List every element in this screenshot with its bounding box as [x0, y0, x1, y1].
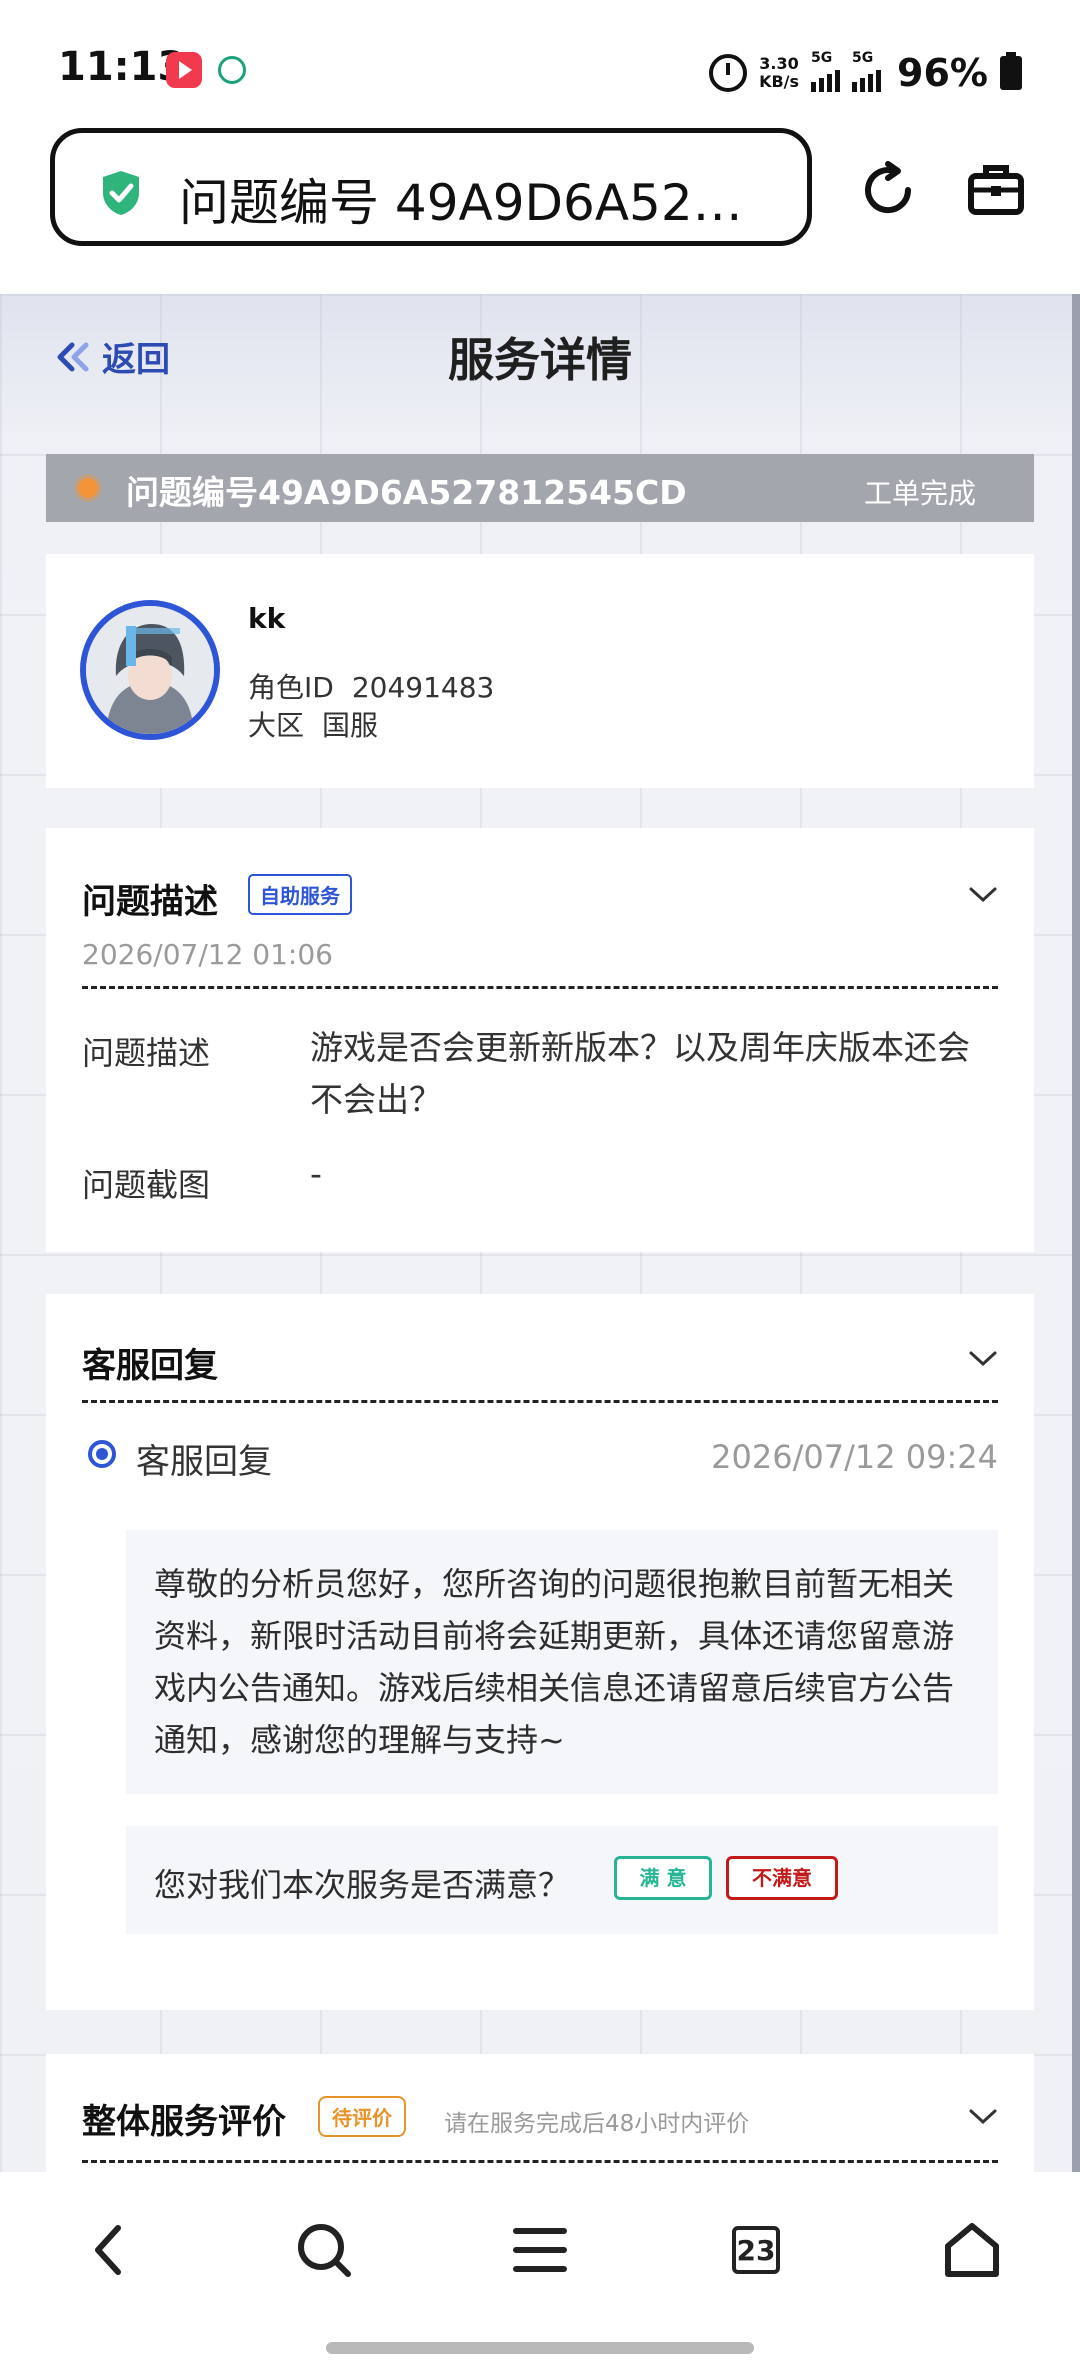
role-id-label: 角色ID	[248, 671, 334, 704]
app-notification-icon	[218, 56, 246, 84]
signal-2-label: 5G	[852, 50, 874, 66]
problem-date: 2026/07/12 01:06	[82, 938, 333, 971]
search-icon	[298, 2224, 351, 2277]
region-row: 大区 国服	[248, 704, 378, 744]
menu-icon	[513, 2228, 567, 2272]
problem-description-card: 问题描述 自助服务 2026/07/12 01:06 问题描述 游戏是否会更新新…	[46, 828, 1034, 1252]
browser-bottom-nav: 23	[0, 2172, 1080, 2376]
reply-text: 尊敬的分析员您好，您所咨询的问题很抱歉目前暂无相关资料，新限时活动目前将会延期更…	[154, 1565, 955, 1759]
video-app-notification-icon	[166, 52, 202, 88]
description-label: 问题描述	[82, 1034, 211, 1072]
alarm-icon	[709, 54, 748, 92]
section-title-reply: 客服回复	[82, 1346, 218, 1386]
self-service-badge: 自助服务	[248, 874, 352, 915]
home-indicator[interactable]	[326, 2342, 754, 2354]
divider	[82, 2160, 998, 2163]
battery-icon	[1000, 52, 1022, 90]
back-icon	[95, 2225, 121, 2275]
refresh-icon[interactable]	[858, 160, 918, 220]
shield-check-icon	[103, 171, 139, 215]
satisfied-button[interactable]: 满 意	[614, 1856, 712, 1900]
satisfaction-question: 您对我们本次服务是否满意？	[154, 1866, 571, 1904]
page-title: 服务详情	[448, 333, 632, 387]
unsatisfied-button[interactable]: 不满意	[726, 1856, 838, 1900]
description-value: 游戏是否会更新新版本？以及周年庆版本还会不会出？	[310, 1028, 970, 1119]
divider	[82, 1400, 998, 1403]
player-name: kk	[248, 602, 286, 635]
ticket-id: 问题编号49A9D6A527812545CD	[126, 473, 687, 512]
nav-tabs-button[interactable]: 23	[720, 2214, 792, 2286]
network-speed-value: 3.30	[759, 54, 799, 73]
overall-evaluation-card: 整体服务评价 待评价 请在服务完成后48小时内评价	[46, 2054, 1034, 2172]
role-id-row: 角色ID 20491483	[248, 666, 494, 706]
status-dot-icon	[78, 478, 98, 498]
browser-toolbar: 问题编号 49A9D6A527…	[0, 118, 1080, 294]
region-label: 大区	[248, 709, 305, 742]
nav-home-button[interactable]	[936, 2214, 1008, 2286]
service-reply-card: 客服回复 客服回复 2026/07/12 09:24 尊敬的分析员您好，您所咨询…	[46, 1294, 1034, 2010]
address-text: 问题编号 49A9D6A527…	[179, 174, 759, 232]
evaluation-note: 请在服务完成后48小时内评价	[444, 2111, 750, 2137]
screenshot-value: -	[310, 1154, 322, 1193]
page-header: 返回 服务详情	[0, 294, 1072, 414]
ticket-banner: 问题编号49A9D6A527812545CD 工单完成	[46, 454, 1034, 522]
role-id-value: 20491483	[351, 671, 495, 704]
nav-back-button[interactable]	[72, 2214, 144, 2286]
divider	[82, 986, 998, 989]
signal-1-label: 5G	[811, 50, 833, 66]
avatar-image	[86, 606, 214, 734]
page-scrollbar[interactable]	[1072, 294, 1080, 2172]
network-speed: 3.30 KB/s	[759, 55, 799, 91]
status-indicators: 3.30 KB/s 5G 5G 96%	[709, 48, 1022, 98]
service-detail-page: 返回 服务详情 问题编号49A9D6A527812545CD 工单完成 kk 角…	[0, 294, 1080, 2172]
avatar	[80, 600, 220, 740]
satisfaction-box: 您对我们本次服务是否满意？ 满 意 不满意	[126, 1826, 998, 1934]
battery-percent: 96%	[897, 51, 988, 95]
pending-evaluation-badge: 待评价	[318, 2096, 406, 2137]
section-title-evaluation: 整体服务评价	[82, 2102, 286, 2142]
reply-item-label: 客服回复	[136, 1442, 272, 1482]
toolbox-icon[interactable]	[966, 160, 1026, 220]
reply-message: 尊敬的分析员您好，您所咨询的问题很抱歉目前暂无相关资料，新限时活动目前将会延期更…	[126, 1530, 998, 1794]
chevron-down-icon[interactable]	[968, 1350, 998, 1368]
chevron-down-icon[interactable]	[968, 886, 998, 904]
network-speed-unit: KB/s	[759, 72, 800, 91]
radio-dot-icon	[88, 1440, 116, 1468]
ticket-status: 工单完成	[863, 477, 976, 510]
nav-search-button[interactable]	[288, 2214, 360, 2286]
address-bar[interactable]: 问题编号 49A9D6A527…	[50, 128, 812, 246]
player-profile-card: kk 角色ID 20491483 大区 国服	[46, 554, 1034, 788]
home-icon	[945, 2223, 999, 2277]
region-value: 国服	[322, 709, 379, 742]
chevron-down-icon[interactable]	[968, 2108, 998, 2126]
reply-date: 2026/07/12 09:24	[711, 1438, 998, 1476]
status-bar: 11:13 3.30 KB/s 5G 5G 96%	[0, 0, 1080, 118]
screenshot-label: 问题截图	[82, 1166, 211, 1204]
signal-icon: 5G	[852, 50, 882, 92]
tabs-icon: 23	[732, 2226, 780, 2274]
section-title-problem: 问题描述	[82, 882, 218, 922]
signal-icon: 5G	[811, 50, 841, 92]
nav-menu-button[interactable]	[504, 2214, 576, 2286]
